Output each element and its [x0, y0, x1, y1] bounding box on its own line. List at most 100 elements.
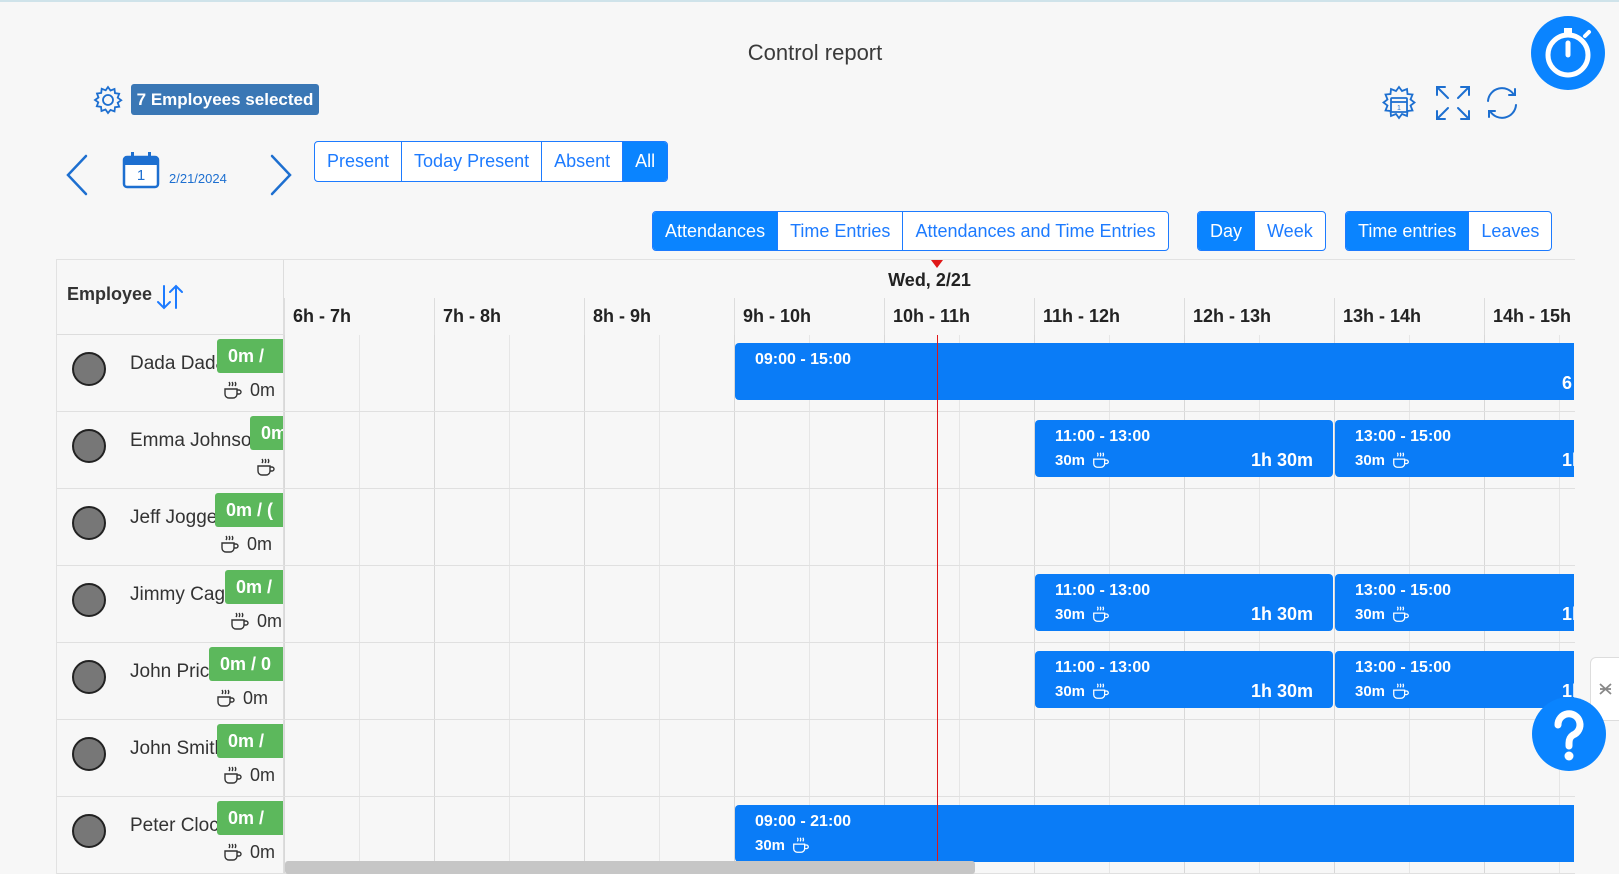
gear-calendar-icon[interactable]: 1 [1379, 85, 1419, 125]
employee-cell[interactable]: Dada Dada 0m / 0m [57, 335, 284, 411]
chevron-right-icon[interactable] [266, 152, 296, 198]
employee-header-label: Employee [67, 284, 153, 304]
employee-cell[interactable]: Jeff Jogger 0m / (0m [57, 489, 284, 565]
entry-pause-value: 30m [1355, 451, 1386, 469]
employees-selected-badge[interactable]: 7 Employees selected [131, 84, 319, 115]
calendar-icon[interactable]: 1 [122, 151, 160, 189]
grid-line [584, 412, 585, 488]
time-entry-block[interactable]: 11:00 - 13:00 30m 1h 30m [1035, 420, 1333, 477]
hour-column-header: 7h - 8h [434, 298, 584, 335]
grid-line [1259, 489, 1260, 565]
grid-line [1034, 489, 1035, 565]
employee-cell[interactable]: John Price 0m / 0 0m [57, 643, 284, 719]
entry-mode-toggle: Attendances Time Entries Attendances and… [652, 211, 1169, 251]
coffee-cup-icon [224, 381, 242, 399]
avatar [72, 429, 106, 463]
grid-line [434, 720, 435, 796]
grid-line [659, 489, 660, 565]
employee-cell[interactable]: Peter Clock 0m / 0m [57, 797, 284, 873]
pause-value: 0m [257, 610, 283, 631]
avatar [72, 352, 106, 386]
employee-name: John Smith [130, 738, 226, 759]
grid-line [959, 412, 960, 488]
row-timeline: 11:00 - 13:0030m1h 30m13:00 - 15:0030m1h [284, 643, 1575, 719]
pause-value: 0m [250, 841, 276, 862]
gear-icon[interactable] [92, 84, 124, 116]
chevron-left-icon[interactable] [62, 152, 92, 198]
tab-time-entries-kind[interactable]: Time entries [1346, 212, 1469, 250]
help-button[interactable] [1532, 697, 1606, 771]
pause-total: 0m [219, 533, 272, 555]
filter-all[interactable]: All [622, 142, 668, 181]
current-date[interactable]: 2/21/2024 [169, 171, 227, 186]
coffee-cup-icon [257, 458, 275, 476]
pause-value: 0m [243, 687, 269, 708]
tab-attendances-and-time-entries[interactable]: Attendances and Time Entries [902, 212, 1167, 250]
refresh-icon[interactable] [1482, 83, 1522, 123]
grid-line [884, 566, 885, 642]
time-entry-block[interactable]: 13:00 - 15:00 30m 1h [1335, 574, 1574, 631]
grid-line [659, 720, 660, 796]
entry-pause: 30m [1055, 681, 1111, 701]
grid-line [284, 489, 285, 565]
stopwatch-icon [1545, 28, 1591, 78]
tab-time-entries[interactable]: Time Entries [777, 212, 902, 250]
grid-line [584, 643, 585, 719]
entry-duration: 1h [1562, 604, 1574, 624]
coffee-cup-icon [217, 689, 235, 707]
entry-duration: 1h 30m [1250, 604, 1313, 624]
filter-absent[interactable]: Absent [541, 142, 622, 181]
total-time-badge: 0m [250, 416, 283, 450]
timer-button[interactable] [1531, 16, 1605, 90]
pause-total: 0m [229, 610, 282, 632]
grid-line [359, 643, 360, 719]
hour-column-header: 10h - 11h [884, 298, 1034, 335]
grid-line [284, 335, 285, 411]
grid-line [884, 643, 885, 719]
grid-line [509, 489, 510, 565]
entry-time-range: 11:00 - 13:00 [1055, 659, 1151, 676]
filter-today-present[interactable]: Today Present [401, 142, 541, 181]
tab-attendances[interactable]: Attendances [653, 212, 778, 250]
grid-line [809, 489, 810, 565]
filter-present[interactable]: Present [315, 142, 401, 181]
grid-line [1484, 489, 1485, 565]
coffee-cup-icon [1093, 452, 1109, 468]
employee-row: Dada Dada 0m / 0m 09:00 - 15:00 6 [57, 335, 1575, 412]
total-time-badge: 0m / 0 [209, 647, 283, 681]
calendar-day: 1 [136, 167, 146, 184]
horizontal-scrollbar[interactable] [285, 861, 975, 874]
coffee-cup-icon [231, 612, 249, 630]
tab-week[interactable]: Week [1254, 212, 1325, 250]
grid-line [1409, 489, 1410, 565]
employee-row: John Price 0m / 0 0m 11:00 - 13:00 30m 1h 30m… [57, 643, 1575, 720]
entry-pause-value: 30m [1055, 682, 1086, 700]
entry-pause-value: 30m [1055, 605, 1086, 623]
row-timeline [284, 720, 1575, 796]
employee-cell[interactable]: John Smith 0m / 0m [57, 720, 284, 796]
expand-icon[interactable] [1433, 83, 1473, 123]
grid-line [434, 412, 435, 488]
grid-line [434, 335, 435, 411]
grid-line [734, 489, 735, 565]
sort-icon[interactable] [154, 282, 186, 312]
time-entry-block[interactable]: 11:00 - 13:00 30m 1h 30m [1035, 651, 1333, 708]
grid-line [584, 489, 585, 565]
grid-line [509, 412, 510, 488]
grid-line [284, 643, 285, 719]
grid-line [434, 566, 435, 642]
grid-line [1484, 720, 1485, 796]
time-entry-block[interactable]: 09:00 - 15:00 6 [735, 343, 1574, 400]
coffee-cup-icon [1393, 683, 1409, 699]
employee-cell[interactable]: Emma Johnson0m [57, 412, 284, 488]
time-entry-block[interactable]: 13:00 - 15:00 30m 1h [1335, 420, 1574, 477]
time-entry-block[interactable]: 09:00 - 21:00 30m [735, 805, 1574, 862]
employee-cell[interactable]: Jimmy Cage 0m / 0m [57, 566, 284, 642]
pause-value: 0m [250, 764, 276, 785]
time-entry-block[interactable]: 11:00 - 13:00 30m 1h 30m [1035, 574, 1333, 631]
tab-leaves[interactable]: Leaves [1468, 212, 1551, 250]
page-title: Control report [747, 40, 883, 65]
grid-line [509, 566, 510, 642]
tab-day[interactable]: Day [1198, 212, 1255, 250]
grid-line [809, 643, 810, 719]
